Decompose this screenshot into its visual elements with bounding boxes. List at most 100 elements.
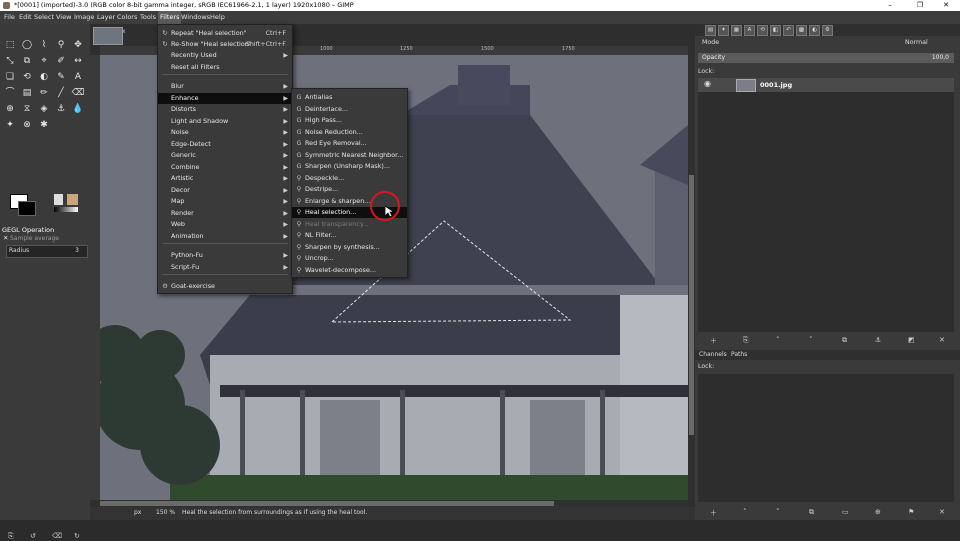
menu-windows[interactable]: Windows: [181, 11, 210, 24]
enhance-menu-item-deinterlace[interactable]: G Deinterlace...: [292, 104, 407, 115]
rotate-icon[interactable]: ⟲: [20, 70, 34, 84]
restore-options-icon[interactable]: ↺: [30, 532, 36, 540]
path-to-selection-icon[interactable]: ▭: [842, 508, 849, 516]
ellipse-select-icon[interactable]: ◯: [20, 38, 34, 52]
paintbrush-icon[interactable]: ✐: [54, 54, 68, 68]
filters-menu-item-re-show-heal-selection[interactable]: ↻ Re-Show "Heal selection" Shift+Ctrl+F: [158, 39, 292, 50]
menu-colors[interactable]: Colors: [117, 11, 137, 24]
enhance-menu-item-sharpen-unsharp-mask[interactable]: G Sharpen (Unsharp Mask)...: [292, 161, 407, 172]
document-history-tab-icon[interactable]: ⟲: [757, 25, 768, 36]
gradient-preview[interactable]: [54, 207, 78, 212]
lower-layer-icon[interactable]: ˅: [809, 336, 813, 344]
lower-path-icon[interactable]: ˅: [776, 508, 780, 516]
enhance-menu-item-symmetric-nearest-neighbor[interactable]: G Symmetric Nearest Neighbor...: [292, 150, 407, 161]
free-select-icon[interactable]: ⌇: [37, 38, 51, 52]
smudge-icon[interactable]: ✎: [54, 70, 68, 84]
layer-row[interactable]: ◉ 0001.jpg: [698, 78, 954, 92]
gradients-tab-icon[interactable]: ◐: [809, 25, 820, 36]
paths-list[interactable]: [698, 374, 954, 502]
filters-menu-item-goat-exercise[interactable]: ⚙ Goat-exercise: [158, 281, 292, 292]
opacity-slider[interactable]: Opacity 100,0: [698, 53, 954, 63]
vertical-scrollbar[interactable]: [688, 55, 695, 500]
filters-menu-item-repeat-heal-selection[interactable]: ↻ Repeat "Heal selection" Ctrl+F: [158, 28, 292, 39]
duplicate-layer-icon[interactable]: ⧉: [842, 336, 847, 345]
crop-icon[interactable]: ⌖: [37, 54, 51, 68]
filters-menu-item-noise[interactable]: Noise ▶: [158, 127, 292, 138]
enhance-menu-item-red-eye-removal[interactable]: G Red Eye Removal...: [292, 138, 407, 149]
menu-file[interactable]: File: [4, 11, 15, 24]
pattern-preview[interactable]: [67, 194, 78, 205]
enhance-menu-item-high-pass[interactable]: G High Pass...: [292, 115, 407, 126]
rect-select-icon[interactable]: ⬚: [3, 38, 17, 52]
enhance-menu-item-wavelet-decompose[interactable]: ⚲ Wavelet-decompose...: [292, 265, 407, 276]
layer-list[interactable]: [698, 92, 954, 332]
convolve-icon[interactable]: ⊗: [20, 118, 34, 132]
menu-image[interactable]: Image: [74, 11, 94, 24]
color-picker-icon[interactable]: ◈: [37, 102, 51, 116]
background-color-swatch[interactable]: [18, 201, 36, 216]
ink-drop-icon[interactable]: 💧: [71, 102, 85, 116]
filters-menu-item-generic[interactable]: Generic ▶: [158, 150, 292, 161]
move-icon[interactable]: ✥: [71, 38, 85, 52]
minimize-button[interactable]: –: [876, 0, 904, 11]
patterns-tab-icon[interactable]: ▦: [731, 25, 742, 36]
save-options-icon[interactable]: ⎘: [8, 532, 14, 541]
menu-layer[interactable]: Layer: [97, 11, 115, 24]
selection-to-path-icon[interactable]: ⊕: [875, 508, 881, 516]
close-icon[interactable]: x: [122, 28, 126, 35]
measure-icon[interactable]: ╱: [54, 86, 68, 100]
menu-tools[interactable]: Tools: [140, 11, 156, 24]
menu-help[interactable]: Help: [210, 11, 225, 24]
menu-select[interactable]: Select: [34, 11, 54, 24]
filters-menu-item-combine[interactable]: Combine ▶: [158, 162, 292, 173]
tab-channels[interactable]: Channels: [699, 351, 727, 358]
radius-spinner[interactable]: Radius 3: [6, 245, 88, 258]
enhance-menu-item-despeckle[interactable]: ⚲ Despeckle...: [292, 173, 407, 184]
enhance-menu-item-nl-filter[interactable]: ⚲ NL Filter...: [292, 230, 407, 241]
visibility-eye-icon[interactable]: ◉: [704, 79, 711, 88]
anchor-layer-icon[interactable]: ⚓: [875, 336, 881, 344]
delete-path-icon[interactable]: ✕: [939, 508, 945, 516]
enhance-menu-item-sharpen-by-synthesis[interactable]: ⚲ Sharpen by synthesis...: [292, 242, 407, 253]
anchor-icon[interactable]: ⚓: [54, 102, 68, 116]
filters-menu-item-decor[interactable]: Decor ▶: [158, 185, 292, 196]
filters-menu-item-blur[interactable]: Blur ▶: [158, 81, 292, 92]
unified-transform-icon[interactable]: ⤡: [3, 54, 17, 68]
layer-group-icon[interactable]: ⎘: [743, 336, 749, 345]
pencil-icon[interactable]: ✏: [37, 86, 51, 100]
horizontal-scrollbar[interactable]: [100, 500, 688, 507]
tool-presets-tab-icon[interactable]: ⚙: [822, 25, 833, 36]
layers-tab-icon[interactable]: ▤: [705, 25, 716, 36]
scrollbar-thumb[interactable]: [689, 175, 694, 435]
filters-menu-item-recently-used[interactable]: Recently Used ▶: [158, 50, 292, 61]
fonts-tab-icon[interactable]: A: [744, 25, 755, 36]
images-tab-icon[interactable]: ◧: [770, 25, 781, 36]
reset-options-icon[interactable]: ↻: [74, 532, 80, 540]
brushes-tab-icon[interactable]: ✦: [718, 25, 729, 36]
zoom-icon[interactable]: ✱: [37, 118, 51, 132]
delete-options-icon[interactable]: ⌫: [52, 532, 62, 540]
mypaint-icon[interactable]: ✦: [3, 118, 17, 132]
enhance-menu-item-antialias[interactable]: G Antialias: [292, 92, 407, 103]
close-button[interactable]: ✕: [932, 0, 960, 11]
new-path-icon[interactable]: ＋: [710, 508, 717, 518]
zoom-select[interactable]: 150 %: [156, 509, 175, 516]
stroke-path-icon[interactable]: ⚑: [908, 508, 914, 516]
path-icon[interactable]: ⌒: [3, 86, 17, 100]
dodge-icon[interactable]: ◐: [37, 70, 51, 84]
flip-icon[interactable]: ↔: [71, 54, 85, 68]
filters-menu-item-edge-detect[interactable]: Edge-Detect ▶: [158, 139, 292, 150]
raise-layer-icon[interactable]: ˄: [776, 336, 780, 344]
fuzzy-select-icon[interactable]: ⚲: [54, 38, 68, 52]
menu-edit[interactable]: Edit: [19, 11, 32, 24]
duplicate-path-icon[interactable]: ⧉: [809, 508, 814, 517]
filters-menu-item-python-fu[interactable]: Python-Fu ▶: [158, 250, 292, 261]
menu-filters[interactable]: Filters: [158, 11, 182, 24]
raise-path-icon[interactable]: ˄: [743, 508, 747, 516]
layer-mask-icon[interactable]: ◩: [908, 336, 915, 344]
undo-history-tab-icon[interactable]: ↶: [783, 25, 794, 36]
enhance-menu-item-uncrop[interactable]: ⚲ Uncrop...: [292, 253, 407, 264]
delete-layer-icon[interactable]: ✕: [939, 336, 945, 344]
heal-icon[interactable]: ⊕: [3, 102, 17, 116]
filters-menu-item-render[interactable]: Render ▶: [158, 208, 292, 219]
